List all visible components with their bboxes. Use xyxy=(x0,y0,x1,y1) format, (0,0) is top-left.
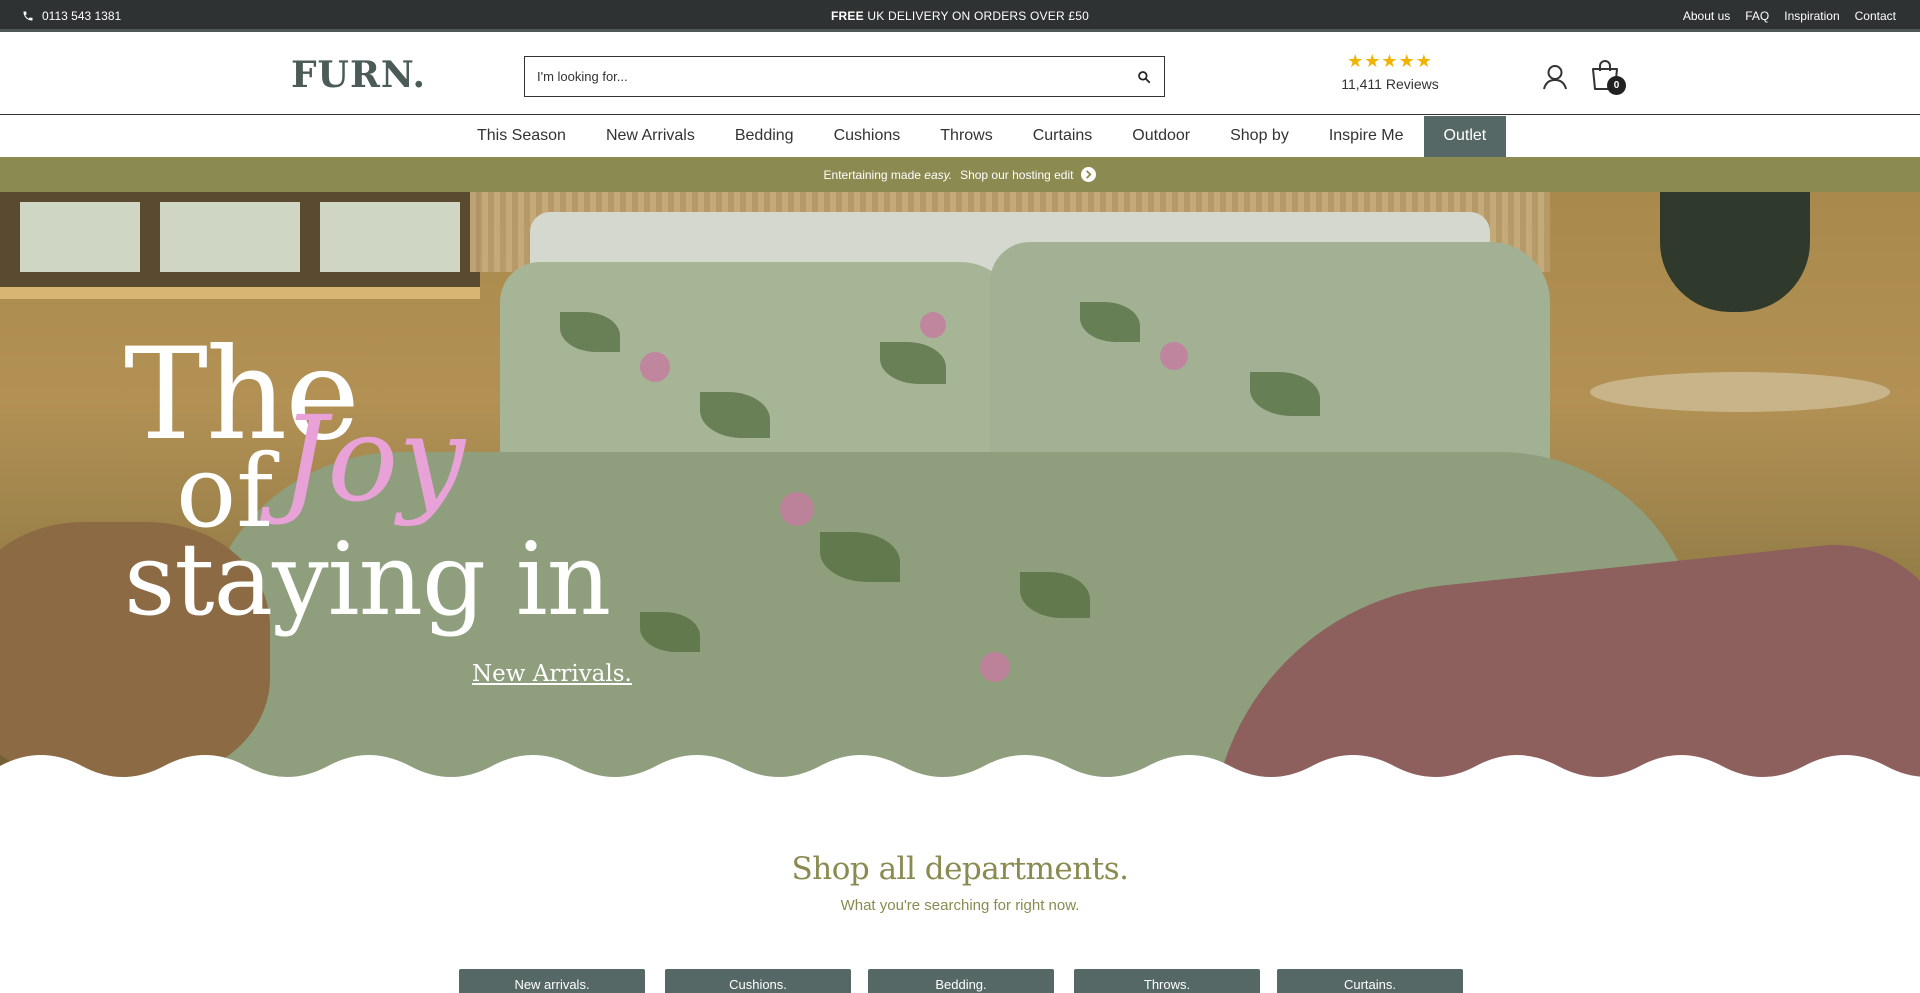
hero-wave-divider xyxy=(0,755,1920,786)
flower-decor xyxy=(1160,342,1188,370)
dept-cushions-button[interactable]: Cushions. xyxy=(665,969,851,993)
hero-table-decor xyxy=(1590,372,1890,412)
hero-sill-decor xyxy=(0,287,480,299)
nav-item-shop-by[interactable]: Shop by xyxy=(1210,116,1309,157)
flower-decor xyxy=(920,312,946,338)
nav-item-this-season[interactable]: This Season xyxy=(457,116,586,157)
about-us-link[interactable]: About us xyxy=(1683,9,1730,23)
star-rating-icon: ★★★★★ xyxy=(1347,51,1433,71)
main-navigation: This Season New Arrivals Bedding Cushion… xyxy=(0,116,1920,157)
nav-item-throws[interactable]: Throws xyxy=(920,116,1012,157)
departments-title: Shop all departments. xyxy=(791,851,1129,887)
announcement-text-emphasis: easy. xyxy=(924,167,953,182)
nav-item-inspire-me[interactable]: Inspire Me xyxy=(1309,116,1424,157)
account-icon[interactable] xyxy=(1542,64,1568,90)
site-logo[interactable]: FURN. xyxy=(291,54,426,96)
hero-window-decor xyxy=(0,192,480,287)
faq-link[interactable]: FAQ xyxy=(1745,9,1769,23)
dept-bedding-button[interactable]: Bedding. xyxy=(868,969,1054,993)
search-bar xyxy=(524,56,1165,97)
cart-count-badge: 0 xyxy=(1607,76,1626,95)
dept-curtains-button[interactable]: Curtains. xyxy=(1277,969,1463,993)
search-input[interactable] xyxy=(525,57,1105,96)
flower-decor xyxy=(980,652,1010,682)
site-header: FURN. ★★★★★ 11,411 Reviews 0 xyxy=(0,35,1920,115)
announcement-link[interactable]: Shop our hosting edit xyxy=(960,168,1073,182)
nav-item-cushions[interactable]: Cushions xyxy=(814,116,921,157)
hero-new-arrivals-link[interactable]: New Arrivals. xyxy=(472,661,632,687)
nav-item-new-arrivals[interactable]: New Arrivals xyxy=(586,116,715,157)
delivery-promo: FREE UK DELIVERY ON ORDERS OVER £50 xyxy=(0,9,1920,23)
chevron-right-icon[interactable] xyxy=(1081,167,1097,182)
dept-throws-button[interactable]: Throws. xyxy=(1074,969,1260,993)
flower-decor xyxy=(640,352,670,382)
hero-vase-decor xyxy=(1660,192,1810,312)
nav-item-outlet[interactable]: Outlet xyxy=(1423,116,1507,157)
nav-item-outdoor[interactable]: Outdoor xyxy=(1112,116,1210,157)
announcement-banner[interactable]: Entertaining made easy. Shop our hosting… xyxy=(0,157,1920,192)
reviews-widget[interactable]: ★★★★★ 11,411 Reviews xyxy=(1340,52,1440,92)
hero-banner[interactable]: The Joy of staying in New Arrivals. xyxy=(0,192,1920,786)
dept-new-arrivals-button[interactable]: New arrivals. xyxy=(459,969,645,993)
inspiration-link[interactable]: Inspiration xyxy=(1784,9,1839,23)
department-buttons: New arrivals. Cushions. Bedding. Throws.… xyxy=(459,969,1463,993)
search-icon[interactable] xyxy=(1137,70,1151,84)
announcement-text: Entertaining made easy. xyxy=(824,168,953,182)
top-utility-bar: 0113 543 1381 FREE UK DELIVERY ON ORDERS… xyxy=(0,0,1920,32)
hero-headline-staying-in: staying in xyxy=(124,521,611,638)
announcement-text-start: Entertaining made xyxy=(823,167,921,182)
flower-decor xyxy=(780,492,814,526)
promo-text: UK DELIVERY ON ORDERS OVER £50 xyxy=(863,9,1089,23)
reviews-count[interactable]: 11,411 Reviews xyxy=(1340,76,1440,92)
hero-headline-joy: Joy xyxy=(280,390,466,528)
utility-links: About us FAQ Inspiration Contact xyxy=(1683,9,1896,23)
departments-subtitle: What you're searching for right now. xyxy=(840,897,1080,914)
contact-link[interactable]: Contact xyxy=(1855,9,1896,23)
cart-button[interactable]: 0 xyxy=(1590,59,1626,95)
nav-item-curtains[interactable]: Curtains xyxy=(1013,116,1113,157)
promo-bold: FREE xyxy=(831,9,864,23)
nav-item-bedding[interactable]: Bedding xyxy=(715,116,814,157)
